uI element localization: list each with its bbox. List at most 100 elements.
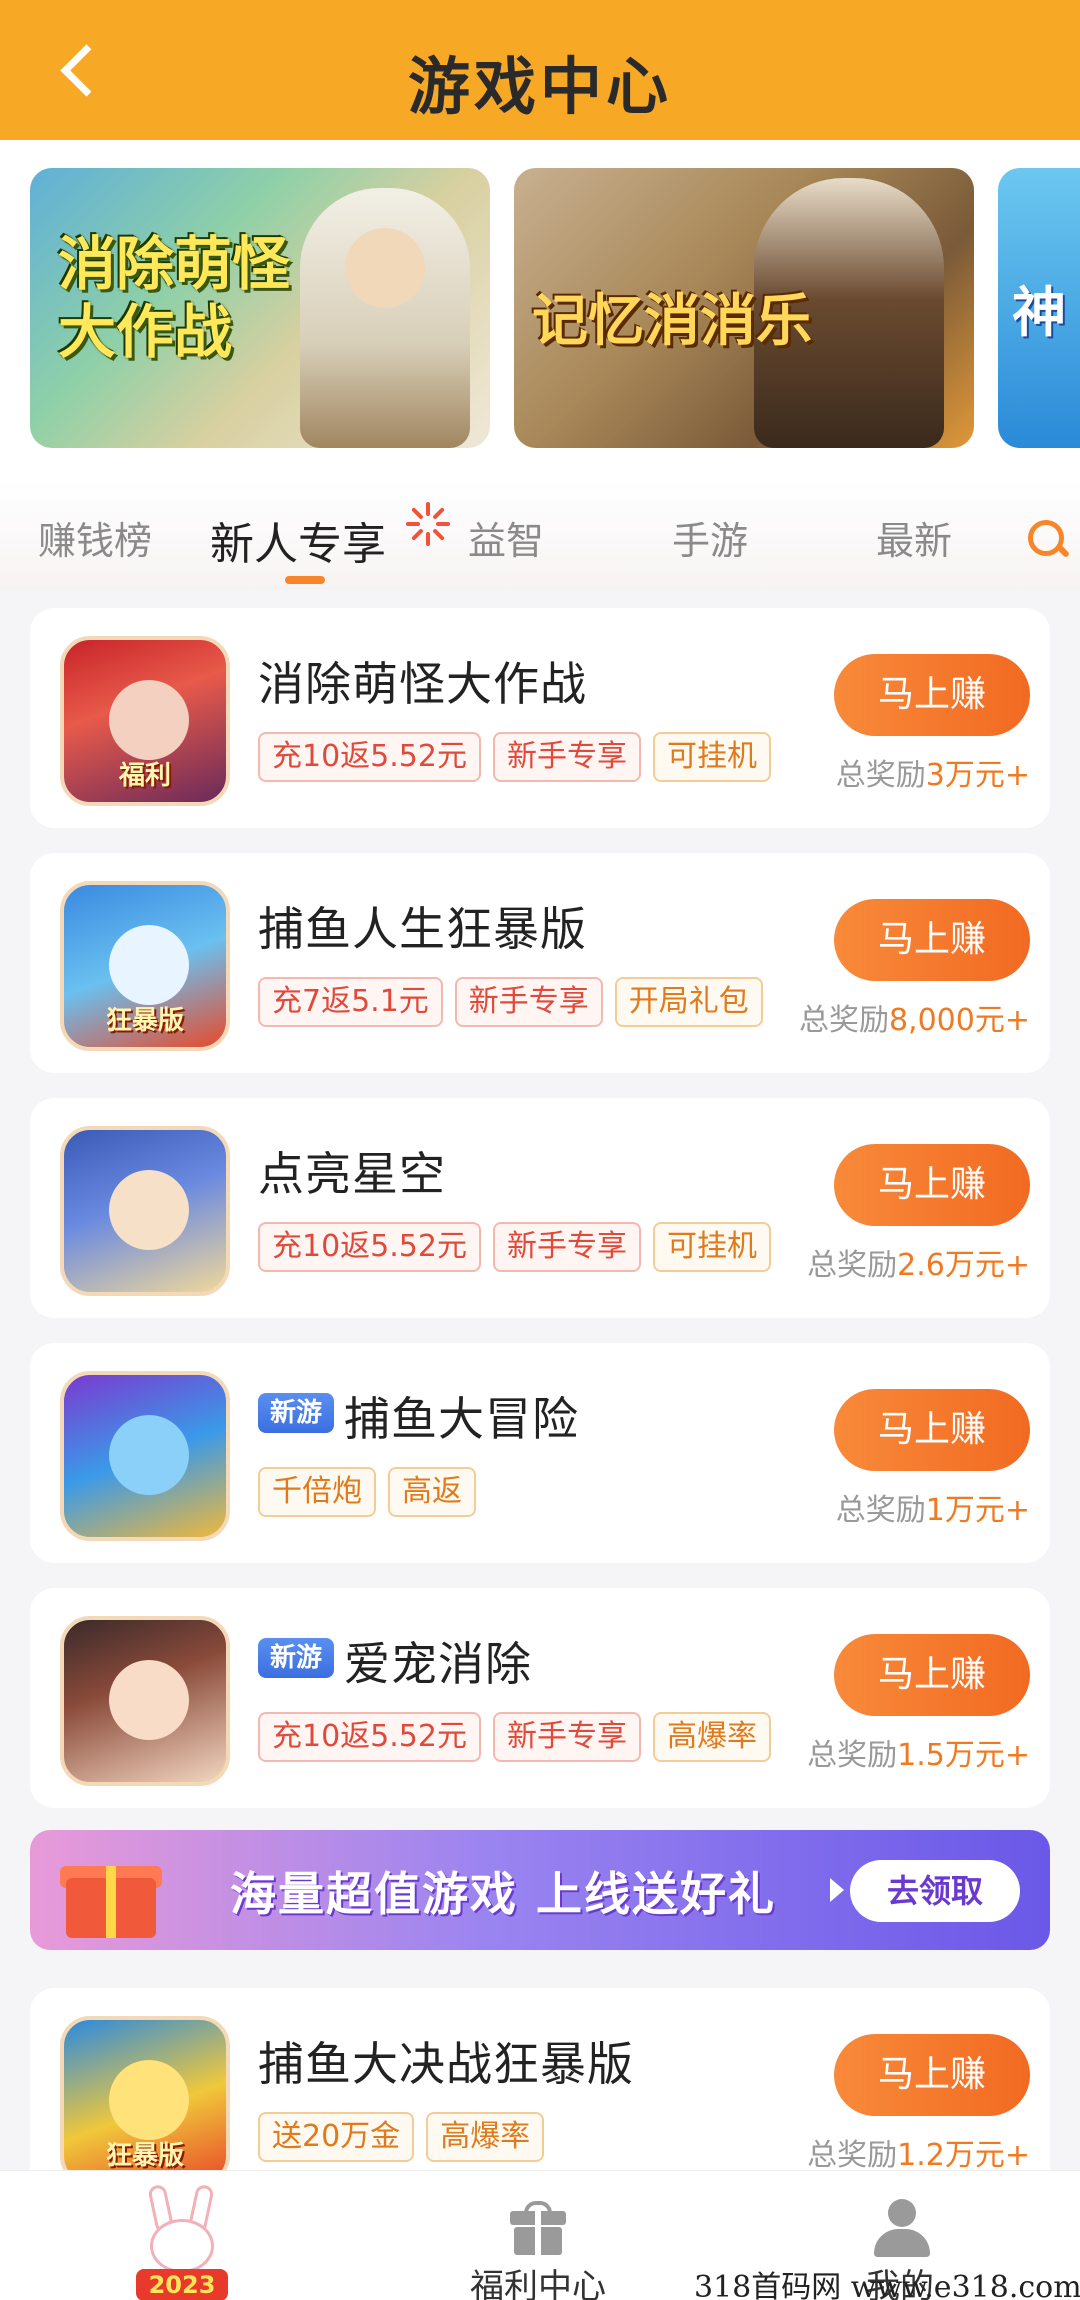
- game-card[interactable]: 点亮星空充10返5.52元 新手专享 可挂机 马上赚总奖励2.6万元+: [30, 1098, 1050, 1318]
- gift-icon[interactable]: [510, 2201, 566, 2255]
- game-character-art: [109, 680, 189, 760]
- gift-box-icon: [56, 1848, 166, 1938]
- game-icon[interactable]: [60, 1616, 230, 1786]
- game-tag: 高爆率: [652, 1712, 771, 1762]
- tab-puzzle[interactable]: 益智: [468, 510, 544, 565]
- game-tag: 可挂机: [652, 1222, 771, 1272]
- total-reward: 总奖励1万元+: [836, 1485, 1030, 1529]
- game-name: 爱宠消除: [344, 1637, 532, 1691]
- active-tab-indicator: [285, 576, 325, 584]
- banner-item[interactable]: 神: [998, 168, 1080, 448]
- game-character-art: [109, 1170, 189, 1250]
- game-tags: 充10返5.52元 新手专享 可挂机: [258, 1222, 771, 1272]
- game-icon-tag: 福利: [118, 761, 171, 791]
- earn-now-button[interactable]: 马上赚: [834, 1144, 1030, 1226]
- header-bar: 游戏中心: [0, 0, 1080, 140]
- earn-now-button[interactable]: 马上赚: [834, 1634, 1030, 1716]
- new-game-badge: 新游: [258, 1393, 334, 1433]
- reward-amount: 3万元+: [925, 758, 1030, 793]
- game-tag: 新手专享: [492, 1222, 641, 1272]
- game-icon[interactable]: [60, 1126, 230, 1296]
- game-icon[interactable]: 狂暴版: [60, 881, 230, 1051]
- reward-amount: 2.6万元+: [897, 1248, 1030, 1283]
- reward-amount: 8,000元+: [888, 1003, 1030, 1038]
- game-card[interactable]: 新游 爱宠消除充10返5.52元 新手专享 高爆率 马上赚总奖励1.5万元+: [30, 1588, 1050, 1808]
- user-icon[interactable]: [874, 2199, 930, 2257]
- game-tag: 开局礼包: [614, 977, 763, 1027]
- reward-amount: 1.2万元+: [897, 2138, 1030, 2173]
- game-tags: 充10返5.52元 新手专享 可挂机: [258, 732, 771, 782]
- earn-now-button[interactable]: 马上赚: [834, 1389, 1030, 1471]
- total-reward: 总奖励1.2万元+: [807, 2130, 1030, 2174]
- category-tabs: 赚钱榜 新人专享 益智 手游 最新: [0, 480, 1080, 590]
- earn-now-button[interactable]: 马上赚: [834, 2034, 1030, 2116]
- game-card[interactable]: 福利 消除萌怪大作战充10返5.52元 新手专享 可挂机 马上赚总奖励3万元+: [30, 608, 1050, 828]
- banner-title: 消除萌怪大作战: [58, 230, 291, 366]
- game-character-art: [109, 1415, 189, 1495]
- game-card[interactable]: 狂暴版 捕鱼人生狂暴版充7返5.1元 新手专享 开局礼包 马上赚总奖励8,000元+: [30, 853, 1050, 1073]
- search-icon[interactable]: [1024, 516, 1064, 556]
- watermark-text: 318首码网 www.e318.com: [694, 2270, 1080, 2300]
- game-card[interactable]: 新游 捕鱼大冒险千倍炮 高返 马上赚总奖励1万元+: [30, 1343, 1050, 1563]
- total-reward: 总奖励8,000元+: [799, 995, 1030, 1039]
- game-character-art: [109, 925, 189, 1005]
- tab-earn-ranking[interactable]: 赚钱榜: [38, 510, 152, 565]
- promo-text: 海量超值游戏 上线送好礼: [230, 1867, 777, 1921]
- game-tag: 可挂机: [652, 732, 771, 782]
- game-icon-tag: 狂暴版: [105, 2141, 184, 2171]
- banner-item[interactable]: 消除萌怪大作战: [30, 168, 490, 448]
- reward-amount: 1万元+: [925, 1493, 1030, 1528]
- game-name: 捕鱼人生狂暴版: [258, 902, 587, 956]
- reward-amount: 1.5万元+: [897, 1738, 1030, 1773]
- banner-title: 神: [1012, 281, 1066, 344]
- game-name: 捕鱼大决战狂暴版: [258, 2037, 634, 2091]
- nav-item-welfare-center[interactable]: 福利中心: [470, 2259, 606, 2300]
- banner-title: 记忆消消乐: [532, 289, 812, 354]
- year-badge: 2023: [136, 2269, 228, 2300]
- game-icon[interactable]: 福利: [60, 636, 230, 806]
- reward-label: 总奖励: [807, 1738, 898, 1773]
- game-tags: 充7返5.1元 新手专享 开局礼包: [258, 977, 763, 1027]
- game-tag: 新手专享: [454, 977, 603, 1027]
- page-title: 游戏中心: [407, 50, 672, 123]
- tab-mobile-games[interactable]: 手游: [672, 510, 748, 565]
- game-tag: 高返: [388, 1467, 476, 1517]
- reward-label: 总奖励: [807, 2138, 898, 2173]
- arrow-right-icon: [830, 1878, 844, 1902]
- total-reward: 总奖励3万元+: [836, 750, 1030, 794]
- earn-now-button[interactable]: 马上赚: [834, 899, 1030, 981]
- nav-home-rabbit-icon[interactable]: 2023: [110, 2183, 250, 2300]
- game-name: 点亮星空: [258, 1147, 446, 1201]
- game-tags: 充10返5.52元 新手专享 高爆率: [258, 1712, 771, 1762]
- claim-button[interactable]: 去领取: [850, 1860, 1020, 1922]
- game-tag: 千倍炮: [258, 1467, 376, 1517]
- game-icon[interactable]: [60, 1371, 230, 1541]
- tab-latest[interactable]: 最新: [876, 510, 952, 565]
- reward-label: 总奖励: [835, 758, 926, 793]
- game-tag: 新手专享: [492, 732, 641, 782]
- new-game-badge: 新游: [258, 1638, 334, 1678]
- game-tag: 充7返5.1元: [258, 977, 443, 1027]
- tab-newcomer[interactable]: 新人专享: [210, 508, 386, 572]
- reward-label: 总奖励: [798, 1003, 889, 1038]
- game-icon[interactable]: 狂暴版: [60, 2016, 230, 2186]
- reward-label: 总奖励: [807, 1248, 898, 1283]
- earn-now-button[interactable]: 马上赚: [834, 654, 1030, 736]
- game-character-art: [109, 2060, 189, 2140]
- promo-banner[interactable]: 海量超值游戏 上线送好礼 去领取: [30, 1830, 1050, 1950]
- total-reward: 总奖励1.5万元+: [807, 1730, 1030, 1774]
- game-tag: 充10返5.52元: [258, 1712, 481, 1762]
- game-icon-tag: 狂暴版: [105, 1006, 184, 1036]
- banner-item[interactable]: 记忆消消乐: [514, 168, 974, 448]
- reward-label: 总奖励: [835, 1493, 926, 1528]
- game-name: 消除萌怪大作战: [258, 657, 587, 711]
- game-name: 捕鱼大冒险: [344, 1392, 579, 1446]
- game-tag: 充10返5.52元: [258, 732, 481, 782]
- sparkle-icon: [404, 500, 452, 548]
- game-tag: 新手专享: [492, 1712, 641, 1762]
- banner-carousel[interactable]: 消除萌怪大作战 记忆消消乐 神: [0, 140, 1080, 480]
- game-tag: 送20万金: [258, 2112, 415, 2162]
- total-reward: 总奖励2.6万元+: [807, 1240, 1030, 1284]
- game-tag: 高爆率: [426, 2112, 545, 2162]
- game-tag: 充10返5.52元: [258, 1222, 481, 1272]
